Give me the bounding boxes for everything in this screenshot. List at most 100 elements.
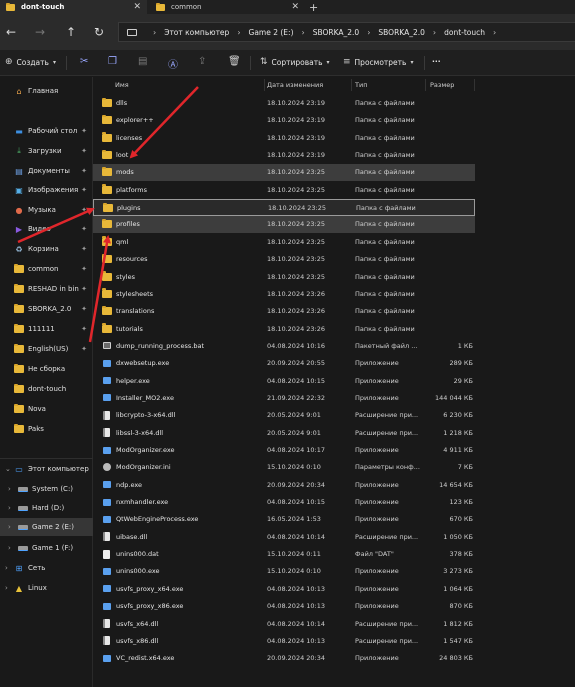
pin-icon: ✦: [81, 206, 87, 214]
table-row[interactable]: libcrypto-3-x64.dll 20.05.2024 9:01 Расшир…: [93, 407, 475, 424]
sidebar-item-drive-c[interactable]: › System (C:): [0, 480, 93, 498]
breadcrumb-item[interactable]: SBORKA_2.0: [313, 28, 359, 37]
sidebar-item-home[interactable]: ⌂ Главная: [0, 82, 93, 100]
table-row[interactable]: mods 18.10.2024 23:25 Папка с файлами: [93, 163, 475, 182]
file-name-cell: profiles: [102, 216, 262, 233]
forward-arrow-icon[interactable]: →: [35, 25, 45, 39]
breadcrumb-item[interactable]: dont-touch: [444, 28, 485, 37]
sidebar-item-paks[interactable]: Paks: [0, 420, 93, 438]
sidebar-item-network[interactable]: › ⊞ Сеть: [0, 559, 93, 577]
table-row[interactable]: tutorials 18.10.2024 23:26 Папка с файлами: [93, 320, 475, 337]
sidebar-item-drive-e[interactable]: › Game 2 (E:): [0, 518, 93, 536]
drive-icon: [18, 504, 28, 513]
table-row[interactable]: stylesheets 18.10.2024 23:26 Папка с файла…: [93, 285, 475, 302]
sidebar-item-nova[interactable]: Nova: [0, 400, 93, 418]
up-arrow-icon[interactable]: ↑: [66, 25, 76, 39]
sidebar-item-music[interactable]: ● Музыка ✦: [0, 201, 93, 219]
table-row[interactable]: Installer_MO2.exe 21.09.2024 22:32 Приложе…: [93, 389, 475, 406]
table-row[interactable]: explorer++ 18.10.2024 23:19 Папка с файлам…: [93, 112, 475, 129]
table-row[interactable]: uibase.dll 04.08.2024 10:14 Расширение при…: [93, 528, 475, 545]
table-row[interactable]: ModOrganizer.ini 15.10.2024 0:10 Параметры…: [93, 459, 475, 476]
sidebar-item-dont-touch[interactable]: dont-touch: [0, 380, 93, 398]
file-name: licenses: [116, 133, 143, 142]
sidebar-item-drive-f[interactable]: › Game 1 (F:): [0, 539, 93, 557]
table-row[interactable]: unins000.exe 15.10.2024 0:10 Приложение 3 2…: [93, 563, 475, 580]
sidebar-item-documents[interactable]: ▤ Документы ✦: [0, 162, 93, 180]
table-row[interactable]: loot 18.10.2024 23:19 Папка с файлами: [93, 147, 475, 164]
sidebar-item-this-pc[interactable]: ⌄ ▭ Этот компьютер: [0, 460, 93, 478]
column-header-date[interactable]: Дата изменения: [267, 77, 323, 93]
cut-icon[interactable]: ✂: [80, 56, 88, 67]
table-row[interactable]: platforms 18.10.2024 23:25 Папка с файлами: [93, 181, 475, 198]
create-button[interactable]: ⊕ Создать ▾: [5, 57, 60, 67]
table-row[interactable]: resources 18.10.2024 23:25 Папка с файлами: [93, 251, 475, 268]
tab-common[interactable]: common ✕: [150, 0, 305, 14]
table-row[interactable]: dump_running_process.bat 04.08.2024 10:16…: [93, 337, 475, 354]
table-row[interactable]: libssl-3-x64.dll 20.05.2024 9:01 Расширени…: [93, 424, 475, 441]
table-row[interactable]: unins000.dat 15.10.2024 0:11 Файл "DAT" 378…: [93, 546, 475, 563]
view-button[interactable]: ≡ Просмотреть ▾: [343, 57, 417, 67]
table-row[interactable]: helper.exe 04.08.2024 10:15 Приложение 29 К…: [93, 372, 475, 389]
delete-icon[interactable]: 🗑: [228, 56, 241, 67]
copy-icon[interactable]: ❐: [108, 56, 117, 67]
tab-dont-touch[interactable]: dont-touch ✕: [0, 0, 147, 14]
more-options-button[interactable]: ···: [432, 57, 441, 66]
table-row[interactable]: VC_redist.x64.exe 20.09.2024 20:34 Приложе…: [93, 650, 475, 667]
table-row[interactable]: dxwebsetup.exe 20.09.2024 20:55 Приложение…: [93, 355, 475, 372]
column-label: Размер: [430, 81, 455, 89]
sidebar-item-english[interactable]: English(US) ✦: [0, 340, 93, 358]
column-divider[interactable]: [425, 79, 426, 91]
address-bar[interactable]: › Этот компьютер › Game 2 (E:) › SBORKA_…: [118, 22, 575, 42]
close-icon[interactable]: ✕: [291, 2, 299, 12]
breadcrumb-item[interactable]: Этот компьютер: [164, 28, 229, 37]
sidebar-item-ne-sborka[interactable]: Не сборка: [0, 360, 93, 378]
share-icon[interactable]: ⇪: [198, 56, 206, 67]
table-row[interactable]: usvfs_proxy_x64.exe 04.08.2024 10:13 Прило…: [93, 580, 475, 597]
sidebar-item-reshad[interactable]: RESHAD in bin ✦: [0, 280, 93, 298]
breadcrumb-item[interactable]: Game 2 (E:): [249, 28, 294, 37]
sidebar-item-downloads[interactable]: ⤓ Загрузки ✦: [0, 142, 93, 160]
sidebar-item-pictures[interactable]: ▣ Изображения ✦: [0, 181, 93, 199]
table-row[interactable]: usvfs_proxy_x86.exe 04.08.2024 10:13 Прило…: [93, 598, 475, 615]
table-row[interactable]: nxmhandler.exe 04.08.2024 10:15 Приложение…: [93, 494, 475, 511]
sidebar-item-video[interactable]: ▶ Видео ✦: [0, 220, 93, 238]
table-row[interactable]: styles 18.10.2024 23:25 Папка с файлами: [93, 268, 475, 285]
sidebar-item-drive-d[interactable]: › Hard (D:): [0, 499, 93, 517]
file-date: 18.10.2024 23:19: [267, 133, 326, 142]
column-header-size[interactable]: Размер: [430, 77, 454, 93]
file-name: explorer++: [116, 116, 154, 125]
back-arrow-icon[interactable]: ←: [6, 25, 16, 39]
column-divider[interactable]: [264, 79, 265, 91]
sidebar-item-common[interactable]: common ✦: [0, 260, 93, 278]
sidebar-item-linux[interactable]: › ▲ Linux: [0, 579, 93, 597]
table-row[interactable]: dlls 18.10.2024 23:19 Папка с файлами: [93, 95, 475, 112]
sort-button[interactable]: ⇅ Сортировать ▾: [260, 57, 334, 67]
sidebar-item-desktop[interactable]: ▬ Рабочий стол ✦: [0, 122, 93, 140]
new-tab-icon[interactable]: +: [309, 1, 318, 14]
file-size: [427, 216, 473, 233]
exe-file-icon: [103, 498, 111, 506]
table-row[interactable]: ModOrganizer.exe 04.08.2024 10:17 Приложен…: [93, 442, 475, 459]
column-header-type[interactable]: Тип: [355, 77, 367, 93]
column-header-name[interactable]: Имя: [115, 77, 129, 93]
close-icon[interactable]: ✕: [133, 2, 141, 12]
refresh-icon[interactable]: ↻: [94, 25, 104, 39]
column-divider[interactable]: [351, 79, 352, 91]
table-row[interactable]: licenses 18.10.2024 23:19 Папка с файлами: [93, 129, 475, 146]
table-row[interactable]: plugins 18.10.2024 23:25 Папка с файлами: [93, 198, 475, 216]
table-row[interactable]: usvfs_x86.dll 04.08.2024 10:13 Расширение …: [93, 632, 475, 649]
sidebar-item-sborka[interactable]: SBORKA_2.0 ✦: [0, 300, 93, 318]
table-row[interactable]: usvfs_x64.dll 04.08.2024 10:14 Расширение …: [93, 615, 475, 632]
table-row[interactable]: qml 18.10.2024 23:25 Папка с файлами: [93, 233, 475, 250]
paste-icon[interactable]: ▤: [138, 56, 147, 67]
table-row[interactable]: ndp.exe 20.09.2024 20:34 Приложение 14 654 …: [93, 476, 475, 493]
table-row[interactable]: translations 18.10.2024 23:26 Папка с файл…: [93, 303, 475, 320]
breadcrumb-item[interactable]: SBORKA_2.0: [378, 28, 424, 37]
table-row[interactable]: QtWebEngineProcess.exe 16.05.2024 1:53 При…: [93, 511, 475, 528]
sidebar-item-recycle-bin[interactable]: ♻ Корзина ✦: [0, 240, 93, 258]
column-divider[interactable]: [474, 79, 475, 91]
rename-icon[interactable]: Ⓐ: [168, 56, 178, 71]
sidebar-item-111111[interactable]: 111111 ✦: [0, 320, 93, 338]
table-row[interactable]: profiles 18.10.2024 23:25 Папка с файлами: [93, 215, 475, 234]
chevron-right-icon: ›: [8, 485, 11, 493]
